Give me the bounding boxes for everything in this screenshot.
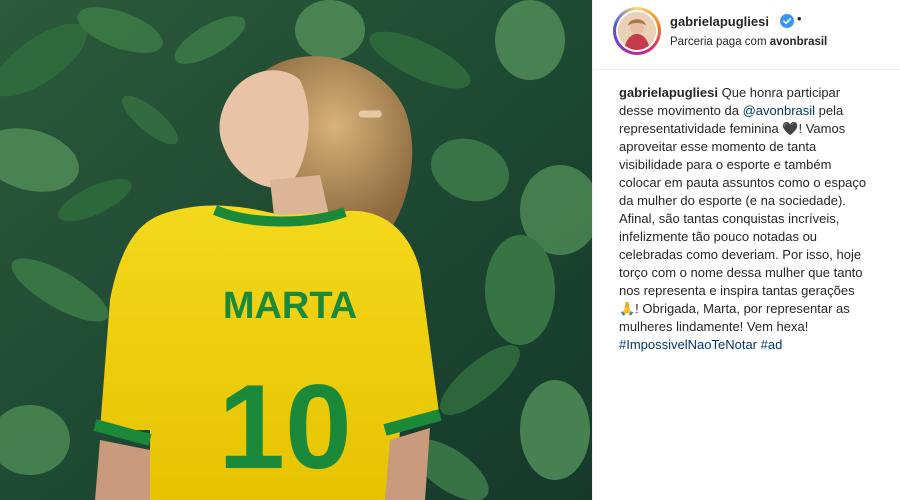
paid-partnership-label: Parceria paga com avonbrasil bbox=[670, 36, 827, 48]
post-photo[interactable]: MARTA 10 bbox=[0, 0, 592, 500]
caption-username-link[interactable]: gabrielapugliesi bbox=[619, 85, 718, 100]
mention-link[interactable]: @avonbrasil bbox=[743, 103, 815, 118]
partnership-prefix: Parceria paga com bbox=[670, 36, 767, 48]
post-side-panel: gabrielapugliesi • Parceria paga com avo… bbox=[592, 0, 900, 500]
jersey-name: MARTA bbox=[223, 285, 357, 327]
caption-line: celebradas como deveriam. Por isso, hoje bbox=[619, 247, 862, 262]
post-caption: gabrielapugliesi Que honra participar de… bbox=[619, 84, 887, 354]
hashtags-link[interactable]: #ImpossivelNaoTeNotar #ad bbox=[619, 336, 887, 354]
avatar-image bbox=[618, 12, 656, 50]
caption-line: Afinal, são tantas conquistas incríveis, bbox=[619, 211, 840, 226]
caption-line: representatividade feminina 🖤! Vamos bbox=[619, 121, 846, 136]
caption-line: desse movimento da @avonbrasil pela bbox=[619, 102, 887, 120]
caption-line: infelizmente tão pouco notadas ou bbox=[619, 229, 818, 244]
caption-text: Que honra participar bbox=[721, 85, 841, 100]
verified-badge-icon bbox=[780, 14, 794, 28]
jersey-number: 10 bbox=[218, 360, 351, 494]
caption-line: da mulher do esporte (e na sociedade). bbox=[619, 193, 846, 208]
separator-dot: • bbox=[797, 11, 802, 26]
partner-link[interactable]: avonbrasil bbox=[770, 36, 828, 48]
caption-line: visibilidade para o esporte e também bbox=[619, 157, 832, 172]
caption-line: 🙏! Obrigada, Marta, por representar as bbox=[619, 301, 850, 316]
caption-line: gabrielapugliesi Que honra participar bbox=[619, 84, 887, 102]
avatar[interactable] bbox=[613, 7, 661, 55]
post-header: gabrielapugliesi • Parceria paga com avo… bbox=[593, 0, 900, 70]
caption-line: colocar em pauta assuntos como o espaço bbox=[619, 175, 867, 190]
caption-line: torço com o nome dessa mulher que tanto bbox=[619, 265, 863, 280]
caption-line: aproveitar esse momento de tanta bbox=[619, 139, 817, 154]
username-link[interactable]: gabrielapugliesi bbox=[670, 14, 769, 29]
caption-text: pela bbox=[818, 103, 844, 118]
caption-line: mulheres lindamente! Vem hexa! bbox=[619, 319, 809, 334]
caption-text: desse movimento da bbox=[619, 103, 739, 118]
caption-line: nos representa e inspira tantas gerações bbox=[619, 283, 855, 298]
photo-illustration: MARTA 10 bbox=[0, 0, 592, 500]
